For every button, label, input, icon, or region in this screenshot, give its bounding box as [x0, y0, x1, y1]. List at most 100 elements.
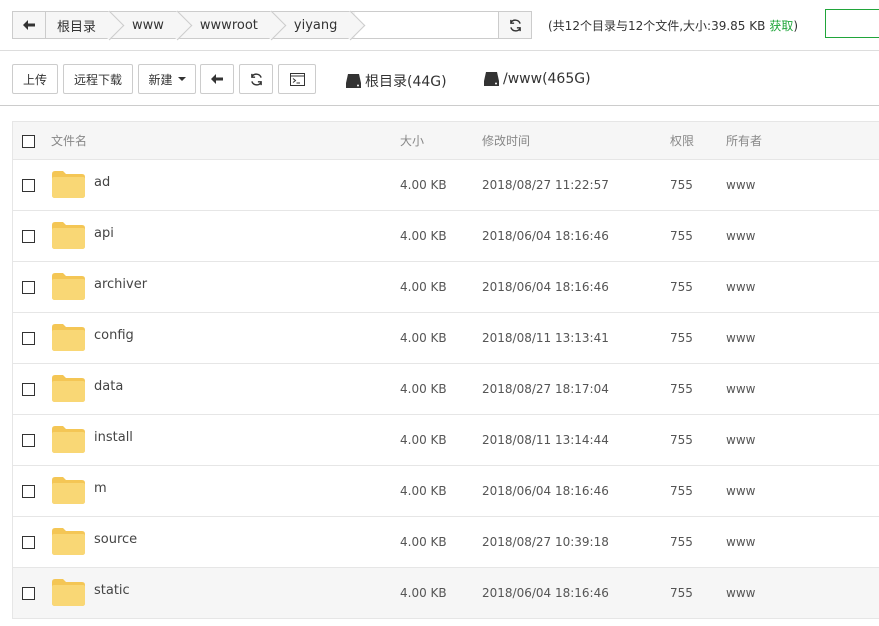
- folder-icon: [52, 426, 85, 453]
- folder-icon: [52, 222, 85, 249]
- disk-root[interactable]: 根目录(44G): [346, 71, 447, 91]
- folder-icon: [52, 579, 85, 606]
- file-name-link[interactable]: archiver: [94, 277, 147, 292]
- file-owner[interactable]: www: [726, 211, 755, 261]
- file-name-link[interactable]: install: [94, 430, 133, 445]
- row-checkbox[interactable]: [22, 230, 35, 243]
- file-size: 4.00 KB: [400, 433, 447, 447]
- header-name[interactable]: 文件名: [51, 122, 87, 159]
- breadcrumb-item-yiyang[interactable]: yiyang: [275, 12, 356, 38]
- file-name-link[interactable]: data: [94, 379, 123, 394]
- new-button-label: 新建: [148, 72, 173, 87]
- file-mtime: 2018/08/27 11:22:57: [482, 178, 609, 192]
- hard-drive-icon: [346, 74, 361, 88]
- path-refresh-button[interactable]: [498, 12, 531, 38]
- header-owner[interactable]: 所有者: [726, 122, 762, 159]
- summary-text: (共12个目录与12个文件,大小:39.85 KB: [548, 19, 766, 33]
- row-checkbox[interactable]: [22, 587, 35, 600]
- file-owner[interactable]: www: [726, 364, 755, 414]
- terminal-icon: [289, 72, 305, 86]
- table-row[interactable]: config 4.00 KB 2018/08/11 13:13:41 755 www: [13, 313, 879, 364]
- folder-icon: [52, 528, 85, 555]
- file-owner[interactable]: www: [726, 262, 755, 312]
- file-name-link[interactable]: static: [94, 583, 130, 598]
- table-row[interactable]: m 4.00 KB 2018/06/04 18:16:46 755 www: [13, 466, 879, 517]
- file-size: 4.00 KB: [400, 586, 447, 600]
- file-size: 4.00 KB: [400, 229, 447, 243]
- row-checkbox[interactable]: [22, 332, 35, 345]
- refresh-icon: [250, 72, 262, 86]
- select-all-checkbox[interactable]: [22, 134, 35, 148]
- file-mtime: 2018/08/11 13:13:41: [482, 331, 609, 345]
- header-perm[interactable]: 权限: [670, 122, 694, 159]
- fetch-size-link[interactable]: 获取: [769, 19, 793, 33]
- file-owner[interactable]: www: [726, 517, 755, 567]
- disk-www[interactable]: /www(465G): [484, 71, 591, 87]
- header-mtime[interactable]: 修改时间: [482, 122, 530, 159]
- path-bar: 根目录 www wwwroot yiyang: [12, 11, 532, 39]
- file-perm[interactable]: 755: [670, 313, 693, 363]
- file-owner[interactable]: www: [726, 313, 755, 363]
- file-size: 4.00 KB: [400, 280, 447, 294]
- row-checkbox[interactable]: [22, 485, 35, 498]
- breadcrumb-item-root[interactable]: 根目录: [46, 12, 115, 38]
- folder-icon: [52, 273, 85, 300]
- file-mtime: 2018/08/27 10:39:18: [482, 535, 609, 549]
- table-body: ad 4.00 KB 2018/08/27 11:22:57 755 www api 4.0…: [13, 160, 879, 619]
- file-perm[interactable]: 755: [670, 262, 693, 312]
- divider: [0, 105, 879, 106]
- file-owner[interactable]: www: [726, 568, 755, 618]
- go-back-button[interactable]: [200, 64, 234, 94]
- file-perm[interactable]: 755: [670, 568, 693, 618]
- row-checkbox[interactable]: [22, 383, 35, 396]
- table-row[interactable]: static 4.00 KB 2018/06/04 18:16:46 755 www: [13, 568, 879, 619]
- row-checkbox[interactable]: [22, 536, 35, 549]
- file-owner[interactable]: www: [726, 415, 755, 465]
- file-name-link[interactable]: config: [94, 328, 134, 343]
- file-size: 4.00 KB: [400, 382, 447, 396]
- file-perm[interactable]: 755: [670, 466, 693, 516]
- path-input-area[interactable]: [355, 12, 498, 38]
- refresh-icon: [509, 18, 521, 32]
- file-name-link[interactable]: source: [94, 532, 137, 547]
- breadcrumb-item-wwwroot[interactable]: wwwroot: [181, 12, 276, 38]
- table-row[interactable]: data 4.00 KB 2018/08/27 18:17:04 755 www: [13, 364, 879, 415]
- new-dropdown-button[interactable]: 新建: [138, 64, 196, 94]
- terminal-button[interactable]: [278, 64, 316, 94]
- file-perm[interactable]: 755: [670, 517, 693, 567]
- file-owner[interactable]: www: [726, 160, 755, 210]
- folder-icon: [52, 477, 85, 504]
- row-checkbox[interactable]: [22, 281, 35, 294]
- file-name-link[interactable]: ad: [94, 175, 110, 190]
- table-row[interactable]: archiver 4.00 KB 2018/06/04 18:16:46 755 www: [13, 262, 879, 313]
- divider: [0, 50, 879, 51]
- folder-icon: [52, 171, 85, 198]
- table-row[interactable]: install 4.00 KB 2018/08/11 13:14:44 755 www: [13, 415, 879, 466]
- file-owner[interactable]: www: [726, 466, 755, 516]
- file-size: 4.00 KB: [400, 178, 447, 192]
- upload-button[interactable]: 上传: [12, 64, 58, 94]
- file-mtime: 2018/08/27 18:17:04: [482, 382, 609, 396]
- header-size[interactable]: 大小: [400, 122, 424, 159]
- table-row[interactable]: api 4.00 KB 2018/06/04 18:16:46 755 www: [13, 211, 879, 262]
- file-perm[interactable]: 755: [670, 415, 693, 465]
- remote-download-button[interactable]: 远程下载: [63, 64, 133, 94]
- row-checkbox[interactable]: [22, 179, 35, 192]
- path-back-button[interactable]: [13, 12, 46, 38]
- refresh-button[interactable]: [239, 64, 273, 94]
- file-mtime: 2018/06/04 18:16:46: [482, 280, 609, 294]
- table-row[interactable]: source 4.00 KB 2018/08/27 10:39:18 755 www: [13, 517, 879, 568]
- search-input[interactable]: [825, 9, 879, 38]
- folder-icon: [52, 375, 85, 402]
- table-header: 文件名 大小 修改时间 权限 所有者: [13, 121, 879, 160]
- file-perm[interactable]: 755: [670, 364, 693, 414]
- file-size: 4.00 KB: [400, 484, 447, 498]
- file-perm[interactable]: 755: [670, 211, 693, 261]
- file-name-link[interactable]: api: [94, 226, 114, 241]
- row-checkbox[interactable]: [22, 434, 35, 447]
- table-row[interactable]: ad 4.00 KB 2018/08/27 11:22:57 755 www: [13, 160, 879, 211]
- file-name-link[interactable]: m: [94, 481, 107, 496]
- arrow-left-icon: [211, 74, 223, 84]
- file-table: 文件名 大小 修改时间 权限 所有者 ad 4.00 KB 2018/08/27 1…: [12, 121, 879, 619]
- file-perm[interactable]: 755: [670, 160, 693, 210]
